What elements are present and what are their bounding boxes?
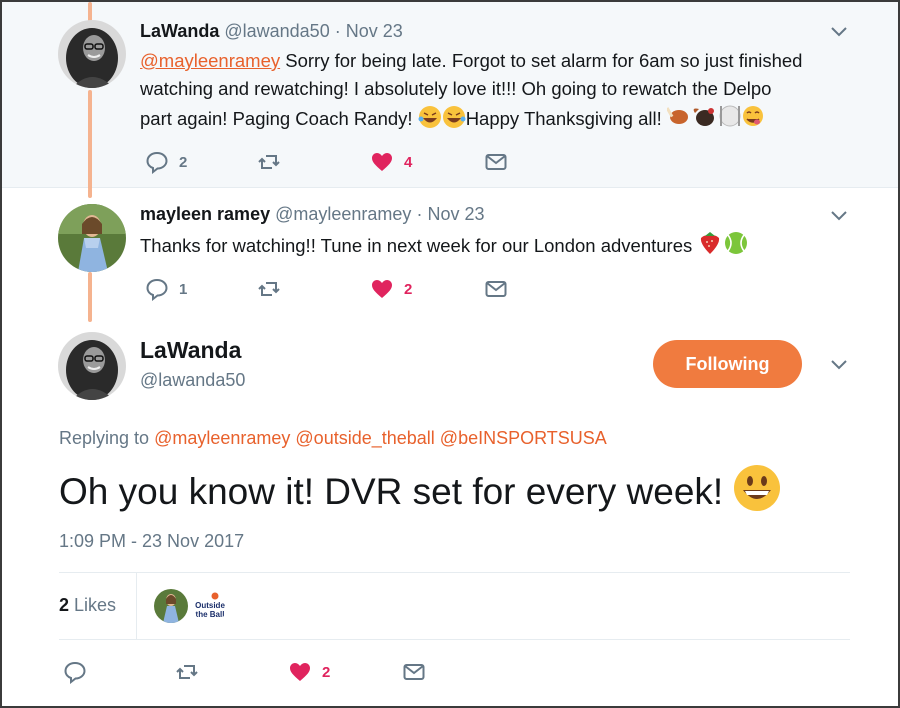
- thread-line: [88, 2, 92, 22]
- avatar[interactable]: [58, 204, 126, 272]
- reply-icon: [64, 661, 86, 684]
- thread-line: [88, 272, 92, 322]
- svg-text:the Ball: the Ball: [196, 610, 225, 619]
- following-button[interactable]: Following: [653, 340, 802, 388]
- retweet-icon: [258, 155, 280, 169]
- chevron-down-icon[interactable]: [830, 359, 848, 371]
- retweet-icon: [258, 282, 280, 296]
- tweet-header: LaWanda @lawanda50 · Nov 23: [140, 21, 403, 42]
- svg-text:Outside: Outside: [195, 601, 225, 610]
- tweet-date[interactable]: · Nov 23: [416, 204, 484, 224]
- like-count: 2: [322, 663, 331, 681]
- author-handle[interactable]: @mayleenramey: [275, 204, 411, 224]
- likes-count[interactable]: 2 Likes: [59, 595, 116, 616]
- heart-icon: [372, 280, 392, 298]
- reply-button[interactable]: 1: [145, 277, 187, 301]
- grinning-face-emoji: [733, 464, 781, 526]
- tweet-thread-frame: LaWanda @lawanda50 · Nov 23 @mayleenrame…: [0, 0, 900, 708]
- like-button[interactable]: 2: [370, 277, 412, 301]
- tweet-text: @mayleenramey Sorry for being late. Forg…: [140, 47, 870, 137]
- tweet-actions: 2 4: [145, 150, 545, 176]
- food-emojis: [665, 103, 763, 137]
- reply-icon: [146, 151, 168, 174]
- author-handle[interactable]: @lawanda50: [140, 370, 245, 391]
- liker-avatar[interactable]: Outside the Ball: [193, 589, 227, 623]
- reply-icon: [146, 278, 168, 301]
- retweet-button[interactable]: [175, 660, 199, 684]
- like-count: 4: [404, 153, 413, 171]
- author-handle[interactable]: @lawanda50: [224, 21, 329, 41]
- stats-divider: [136, 573, 137, 639]
- tweet-header: mayleen ramey @mayleenramey · Nov 23: [140, 204, 484, 225]
- reply-count: 2: [179, 153, 188, 171]
- author-name[interactable]: LaWanda: [140, 337, 241, 364]
- reply-button[interactable]: 2: [145, 150, 187, 174]
- mention-link[interactable]: @mayleenramey: [154, 428, 290, 448]
- main-tweet-text: Oh you know it! DVR set for every week!: [59, 464, 781, 526]
- tweet-date[interactable]: · Nov 23: [335, 21, 403, 41]
- tweet-timestamp[interactable]: 1:09 PM - 23 Nov 2017: [59, 531, 244, 552]
- retweet-button[interactable]: [257, 150, 281, 174]
- avatar[interactable]: [58, 20, 126, 88]
- message-icon: [485, 281, 507, 297]
- thread-line: [88, 90, 92, 190]
- tweet-actions: 2: [63, 660, 463, 686]
- heart-icon: [290, 663, 310, 681]
- message-button[interactable]: [402, 660, 426, 684]
- like-button[interactable]: 2: [288, 660, 330, 684]
- reply-button[interactable]: [63, 660, 87, 684]
- like-button[interactable]: 4: [370, 150, 412, 174]
- chevron-down-icon[interactable]: [830, 26, 848, 38]
- message-button[interactable]: [484, 150, 508, 174]
- tweet-actions: 1 2: [145, 277, 545, 303]
- mention-link[interactable]: @outside_theball: [295, 428, 434, 448]
- reply-count: 1: [179, 280, 188, 298]
- tweet-stats: 2 Likes Outside the Ball: [59, 572, 850, 640]
- retweet-button[interactable]: [257, 277, 281, 301]
- message-button[interactable]: [484, 277, 508, 301]
- like-count: 2: [404, 280, 413, 298]
- replying-to: Replying to @mayleenramey @outside_theba…: [59, 428, 607, 448]
- laughing-tears-emoji: [418, 105, 466, 137]
- tweet-text: Thanks for watching!! Tune in next week …: [140, 230, 749, 264]
- mention-link[interactable]: @beINSPORTSUSA: [440, 428, 607, 448]
- chevron-down-icon[interactable]: [830, 210, 848, 222]
- message-icon: [485, 154, 507, 170]
- strawberry-tennis-emoji: [697, 230, 749, 264]
- message-icon: [403, 664, 425, 680]
- avatar[interactable]: [58, 332, 126, 400]
- thread-line: [88, 188, 92, 198]
- mention-link[interactable]: @mayleenramey: [140, 50, 280, 71]
- retweet-icon: [176, 665, 198, 679]
- author-name[interactable]: mayleen ramey: [140, 204, 270, 224]
- author-name[interactable]: LaWanda: [140, 21, 219, 41]
- heart-icon: [372, 153, 392, 171]
- liker-avatar[interactable]: [154, 589, 188, 623]
